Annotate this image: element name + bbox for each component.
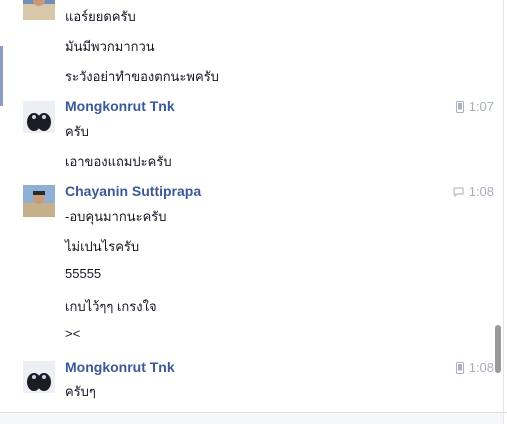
time-label: 1:08 [468, 184, 494, 199]
message-text: แอร์ยยดครับ [65, 9, 136, 24]
mobile-icon [455, 100, 464, 113]
message-text: เกบไว้ๆๆ เกรงใจ [65, 299, 157, 314]
message-text: ระวังอย่าทำของตกนะพครับ [65, 69, 219, 84]
sender-name[interactable]: Chayanin Suttiprapa [65, 183, 201, 199]
avatar-chayanin[interactable] [23, 185, 55, 217]
sender-name[interactable]: Mongkonrut Tnk [65, 359, 175, 375]
message-text: ไม่เปนไรครับ [65, 239, 140, 254]
avatar-mongkonrut[interactable] [23, 361, 55, 393]
avatar-chayanin[interactable] [23, 0, 55, 20]
message-text: ครับๆ [65, 384, 96, 399]
time-label: 1:07 [468, 99, 494, 114]
message-text: เอาของแถมปะครับ [65, 154, 172, 169]
message-text: -อบคุนมากนะครับ [65, 209, 167, 224]
message-text: ครับ [65, 124, 89, 139]
sender-name[interactable]: Mongkonrut Tnk [65, 98, 175, 114]
chat-bubble-icon [453, 187, 464, 197]
timestamp: 1:07 [455, 99, 494, 114]
message-text: มันมีพวกมากวน [65, 39, 155, 54]
message-text: 55555 [65, 266, 102, 281]
avatar-mongkonrut[interactable] [23, 101, 55, 133]
divider [503, 0, 504, 424]
chat-conversation: แอร์ยยดครับ มันมีพวกมากวน ระวังอย่าทำของ… [0, 0, 507, 424]
active-indicator [0, 46, 3, 106]
scrollbar-thumb[interactable] [495, 325, 501, 373]
time-label: 1:08 [468, 360, 494, 375]
message-text: >< [65, 326, 81, 341]
composer-area[interactable] [0, 413, 503, 424]
timestamp: 1:08 [453, 184, 494, 199]
timestamp: 1:08 [455, 360, 494, 375]
mobile-icon [455, 361, 464, 374]
